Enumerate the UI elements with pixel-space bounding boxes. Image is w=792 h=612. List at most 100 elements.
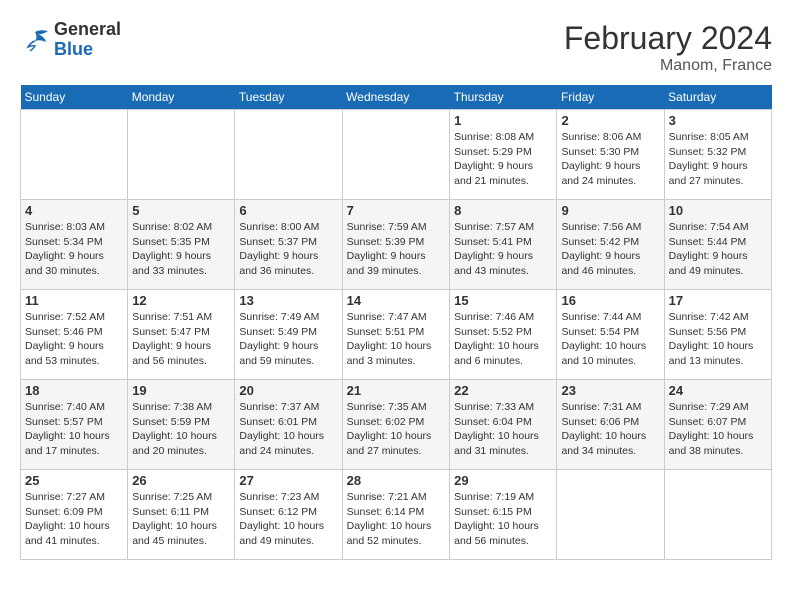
calendar-cell: 23 Sunrise: 7:31 AMSunset: 6:06 PMDayligh… <box>557 380 664 470</box>
calendar-cell: 12 Sunrise: 7:51 AMSunset: 5:47 PMDayligh… <box>128 290 235 380</box>
day-number: 5 <box>132 203 230 218</box>
calendar-cell <box>128 110 235 200</box>
day-number: 29 <box>454 473 552 488</box>
day-number: 6 <box>239 203 337 218</box>
cell-content: Sunrise: 7:29 AMSunset: 6:07 PMDaylight:… <box>669 400 767 459</box>
cell-content: Sunrise: 7:56 AMSunset: 5:42 PMDaylight:… <box>561 220 659 279</box>
weekday-header-row: SundayMondayTuesdayWednesdayThursdayFrid… <box>21 85 772 110</box>
cell-content: Sunrise: 7:31 AMSunset: 6:06 PMDaylight:… <box>561 400 659 459</box>
day-number: 4 <box>25 203 123 218</box>
day-number: 19 <box>132 383 230 398</box>
day-number: 18 <box>25 383 123 398</box>
weekday-thursday: Thursday <box>450 85 557 110</box>
day-number: 21 <box>347 383 445 398</box>
week-row-2: 4 Sunrise: 8:03 AMSunset: 5:34 PMDaylight… <box>21 200 772 290</box>
cell-content: Sunrise: 7:23 AMSunset: 6:12 PMDaylight:… <box>239 490 337 549</box>
calendar-cell: 28Sunrise: 7:21 AMSunset: 6:14 PMDayligh… <box>342 470 449 560</box>
day-number: 8 <box>454 203 552 218</box>
calendar-cell: 8Sunrise: 7:57 AMSunset: 5:41 PMDaylight… <box>450 200 557 290</box>
cell-content: Sunrise: 7:49 AMSunset: 5:49 PMDaylight:… <box>239 310 337 369</box>
week-row-4: 18 Sunrise: 7:40 AMSunset: 5:57 PMDayligh… <box>21 380 772 470</box>
calendar-cell: 7 Sunrise: 7:59 AMSunset: 5:39 PMDaylight… <box>342 200 449 290</box>
day-number: 23 <box>561 383 659 398</box>
cell-content: Sunrise: 8:00 AMSunset: 5:37 PMDaylight:… <box>239 220 337 279</box>
calendar-cell: 9Sunrise: 7:56 AMSunset: 5:42 PMDaylight… <box>557 200 664 290</box>
cell-content: Sunrise: 7:47 AMSunset: 5:51 PMDaylight:… <box>347 310 445 369</box>
day-number: 15 <box>454 293 552 308</box>
cell-content: Sunrise: 7:40 AMSunset: 5:57 PMDaylight:… <box>25 400 123 459</box>
weekday-sunday: Sunday <box>21 85 128 110</box>
calendar-body: 1 Sunrise: 8:08 AMSunset: 5:29 PMDaylight… <box>21 110 772 560</box>
calendar-cell: 21Sunrise: 7:35 AMSunset: 6:02 PMDayligh… <box>342 380 449 470</box>
calendar-cell: 29Sunrise: 7:19 AMSunset: 6:15 PMDayligh… <box>450 470 557 560</box>
day-number: 1 <box>454 113 552 128</box>
calendar-cell <box>664 470 771 560</box>
day-number: 24 <box>669 383 767 398</box>
week-row-5: 25Sunrise: 7:27 AMSunset: 6:09 PMDayligh… <box>21 470 772 560</box>
cell-content: Sunrise: 7:27 AMSunset: 6:09 PMDaylight:… <box>25 490 123 549</box>
calendar-cell <box>21 110 128 200</box>
cell-content: Sunrise: 7:42 AMSunset: 5:56 PMDaylight:… <box>669 310 767 369</box>
day-number: 20 <box>239 383 337 398</box>
calendar-cell: 22Sunrise: 7:33 AMSunset: 6:04 PMDayligh… <box>450 380 557 470</box>
calendar-cell: 1 Sunrise: 8:08 AMSunset: 5:29 PMDaylight… <box>450 110 557 200</box>
calendar-cell: 18 Sunrise: 7:40 AMSunset: 5:57 PMDayligh… <box>21 380 128 470</box>
calendar-cell: 17 Sunrise: 7:42 AMSunset: 5:56 PMDayligh… <box>664 290 771 380</box>
logo-blue: Blue <box>54 40 121 60</box>
calendar-cell: 19 Sunrise: 7:38 AMSunset: 5:59 PMDayligh… <box>128 380 235 470</box>
calendar-cell: 26 Sunrise: 7:25 AMSunset: 6:11 PMDayligh… <box>128 470 235 560</box>
cell-content: Sunrise: 7:25 AMSunset: 6:11 PMDaylight:… <box>132 490 230 549</box>
day-number: 27 <box>239 473 337 488</box>
weekday-wednesday: Wednesday <box>342 85 449 110</box>
cell-content: Sunrise: 7:37 AMSunset: 6:01 PMDaylight:… <box>239 400 337 459</box>
calendar-cell <box>342 110 449 200</box>
day-number: 12 <box>132 293 230 308</box>
day-number: 7 <box>347 203 445 218</box>
cell-content: Sunrise: 8:03 AMSunset: 5:34 PMDaylight:… <box>25 220 123 279</box>
page-header: General Blue February 2024 Manom, France <box>20 20 772 75</box>
calendar-cell: 24 Sunrise: 7:29 AMSunset: 6:07 PMDayligh… <box>664 380 771 470</box>
calendar-cell: 25Sunrise: 7:27 AMSunset: 6:09 PMDayligh… <box>21 470 128 560</box>
month-title: February 2024 <box>564 20 772 57</box>
cell-content: Sunrise: 7:54 AMSunset: 5:44 PMDaylight:… <box>669 220 767 279</box>
calendar-cell: 3 Sunrise: 8:05 AMSunset: 5:32 PMDaylight… <box>664 110 771 200</box>
cell-content: Sunrise: 8:02 AMSunset: 5:35 PMDaylight:… <box>132 220 230 279</box>
calendar-cell: 27 Sunrise: 7:23 AMSunset: 6:12 PMDayligh… <box>235 470 342 560</box>
week-row-3: 11Sunrise: 7:52 AMSunset: 5:46 PMDayligh… <box>21 290 772 380</box>
calendar-cell: 10 Sunrise: 7:54 AMSunset: 5:44 PMDayligh… <box>664 200 771 290</box>
calendar-cell <box>235 110 342 200</box>
cell-content: Sunrise: 8:08 AMSunset: 5:29 PMDaylight:… <box>454 130 552 189</box>
cell-content: Sunrise: 7:51 AMSunset: 5:47 PMDaylight:… <box>132 310 230 369</box>
day-number: 11 <box>25 293 123 308</box>
cell-content: Sunrise: 7:38 AMSunset: 5:59 PMDaylight:… <box>132 400 230 459</box>
day-number: 17 <box>669 293 767 308</box>
logo-icon <box>20 27 50 52</box>
weekday-monday: Monday <box>128 85 235 110</box>
calendar-cell: 2 Sunrise: 8:06 AMSunset: 5:30 PMDaylight… <box>557 110 664 200</box>
weekday-saturday: Saturday <box>664 85 771 110</box>
logo: General Blue <box>20 20 121 60</box>
cell-content: Sunrise: 7:46 AMSunset: 5:52 PMDaylight:… <box>454 310 552 369</box>
calendar-cell: 11Sunrise: 7:52 AMSunset: 5:46 PMDayligh… <box>21 290 128 380</box>
cell-content: Sunrise: 7:33 AMSunset: 6:04 PMDaylight:… <box>454 400 552 459</box>
day-number: 2 <box>561 113 659 128</box>
day-number: 10 <box>669 203 767 218</box>
cell-content: Sunrise: 8:06 AMSunset: 5:30 PMDaylight:… <box>561 130 659 189</box>
cell-content: Sunrise: 7:44 AMSunset: 5:54 PMDaylight:… <box>561 310 659 369</box>
day-number: 26 <box>132 473 230 488</box>
weekday-tuesday: Tuesday <box>235 85 342 110</box>
calendar-cell: 4 Sunrise: 8:03 AMSunset: 5:34 PMDaylight… <box>21 200 128 290</box>
calendar-cell: 13 Sunrise: 7:49 AMSunset: 5:49 PMDayligh… <box>235 290 342 380</box>
calendar-cell: 16 Sunrise: 7:44 AMSunset: 5:54 PMDayligh… <box>557 290 664 380</box>
day-number: 16 <box>561 293 659 308</box>
calendar-cell <box>557 470 664 560</box>
title-block: February 2024 Manom, France <box>564 20 772 75</box>
day-number: 13 <box>239 293 337 308</box>
cell-content: Sunrise: 7:59 AMSunset: 5:39 PMDaylight:… <box>347 220 445 279</box>
day-number: 3 <box>669 113 767 128</box>
cell-content: Sunrise: 8:05 AMSunset: 5:32 PMDaylight:… <box>669 130 767 189</box>
calendar-cell: 15 Sunrise: 7:46 AMSunset: 5:52 PMDayligh… <box>450 290 557 380</box>
day-number: 14 <box>347 293 445 308</box>
calendar-cell: 20 Sunrise: 7:37 AMSunset: 6:01 PMDayligh… <box>235 380 342 470</box>
calendar-cell: 5 Sunrise: 8:02 AMSunset: 5:35 PMDaylight… <box>128 200 235 290</box>
